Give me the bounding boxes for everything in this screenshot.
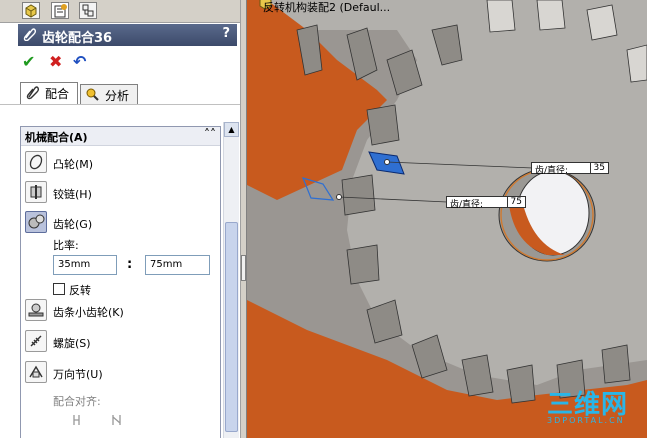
gear-assembly-render — [247, 0, 647, 438]
mate-gear[interactable]: 齿轮(G) — [25, 211, 215, 235]
divider — [0, 104, 240, 105]
collapse-icon[interactable]: ˄˄ — [204, 127, 216, 141]
mate-rack-pinion-label: 齿条小齿轮(K) — [53, 306, 124, 319]
mate-screw-label: 螺旋(S) — [53, 337, 91, 350]
configuration-manager-tab[interactable] — [79, 2, 97, 19]
analysis-icon — [86, 88, 99, 101]
mate-hinge[interactable]: 铰链(H) — [25, 181, 215, 205]
panel-splitter[interactable] — [240, 0, 247, 438]
graphics-viewport[interactable]: 反转机构装配2 (Defaul... 齿/直径: 35 齿/直径: 75 三维网… — [247, 0, 647, 438]
tab-mates[interactable]: 配合 — [20, 82, 78, 105]
align-aligned-button[interactable] — [71, 413, 91, 427]
align-anti-aligned-button[interactable] — [109, 413, 129, 427]
cancel-button[interactable]: ✖ — [49, 52, 62, 71]
scroll-up-button[interactable]: ▲ — [224, 122, 239, 137]
mate-cam[interactable]: 凸轮(M) — [25, 151, 215, 175]
configuration-icon — [82, 4, 94, 17]
tab-analysis-label: 分析 — [105, 89, 130, 103]
gear-dimension-75[interactable]: 齿/直径: 75 — [446, 196, 526, 210]
anti-aligned-icon — [112, 415, 121, 425]
group-title: 机械配合(A) — [25, 131, 88, 144]
mate-universal-joint[interactable]: 万向节(U) — [25, 361, 215, 385]
property-manager-tab[interactable] — [51, 2, 69, 19]
reverse-label: 反转 — [69, 284, 91, 297]
property-icon — [54, 4, 67, 18]
ok-button[interactable]: ✔ — [22, 52, 35, 71]
hinge-icon — [25, 181, 47, 203]
property-tabs: 配合 分析 — [18, 82, 240, 105]
group-header[interactable]: 机械配合(A) ˄˄ — [21, 127, 220, 146]
undo-button[interactable]: ↶ — [73, 52, 86, 71]
scrollbar-thumb[interactable] — [225, 222, 238, 432]
mechanical-mates-group: 机械配合(A) ˄˄ 凸轮(M) 铰链(H) 齿轮(G) 比率: 35mm : … — [20, 126, 221, 438]
page-title: 齿轮配合36 — [42, 31, 113, 46]
mate-rack-pinion[interactable]: 齿条小齿轮(K) — [25, 299, 215, 323]
watermark-subtitle: 3DPORTAL.CN — [547, 416, 625, 425]
paperclip-icon — [23, 28, 36, 41]
assembly-tree-label[interactable]: 反转机构装配2 (Defaul... — [263, 0, 390, 15]
alignment-label: 配合对齐: — [53, 395, 101, 408]
property-manager: 齿轮配合36 ? ✔ ✖ ↶ 配合 分析 机械配合(A) ˄˄ 凸轮(M) 铰链… — [0, 0, 240, 438]
mate-cam-label: 凸轮(M) — [53, 158, 94, 171]
screw-icon — [25, 330, 47, 352]
splitter-grip-icon[interactable] — [241, 255, 246, 281]
mate-universal-joint-label: 万向节(U) — [53, 368, 103, 381]
feature-manager-tab[interactable] — [22, 2, 40, 19]
feature-tree-icon — [25, 4, 37, 18]
cam-icon — [25, 151, 47, 173]
mate-gear-label: 齿轮(G) — [53, 218, 93, 231]
tab-analysis[interactable]: 分析 — [80, 84, 138, 104]
scrollbar[interactable]: ▲ — [223, 122, 239, 438]
dimension-value: 75 — [506, 197, 525, 207]
rack-pinion-icon — [25, 299, 47, 321]
dimension-value: 35 — [589, 163, 608, 173]
manager-tab-bar — [0, 0, 240, 23]
help-button[interactable]: ? — [222, 26, 230, 41]
ratio-separator: : — [127, 257, 133, 272]
aligned-icon — [73, 415, 80, 425]
mate-screw[interactable]: 螺旋(S) — [25, 330, 215, 354]
ratio-label: 比率: — [53, 239, 79, 252]
gear-dimension-35[interactable]: 齿/直径: 35 — [531, 162, 609, 176]
reverse-checkbox[interactable] — [53, 283, 65, 295]
dimension-label: 齿/直径: — [535, 166, 569, 176]
mate-hinge-label: 铰链(H) — [53, 188, 92, 201]
ratio-right-input[interactable]: 75mm — [145, 255, 210, 275]
ratio-left-input[interactable]: 35mm — [53, 255, 117, 275]
property-title-bar: 齿轮配合36 ? — [18, 24, 237, 46]
tab-mates-label: 配合 — [45, 87, 70, 101]
paperclip-icon — [26, 86, 40, 100]
dimension-label: 齿/直径: — [450, 200, 484, 210]
universal-joint-icon — [25, 361, 47, 383]
gear-icon — [25, 211, 47, 233]
